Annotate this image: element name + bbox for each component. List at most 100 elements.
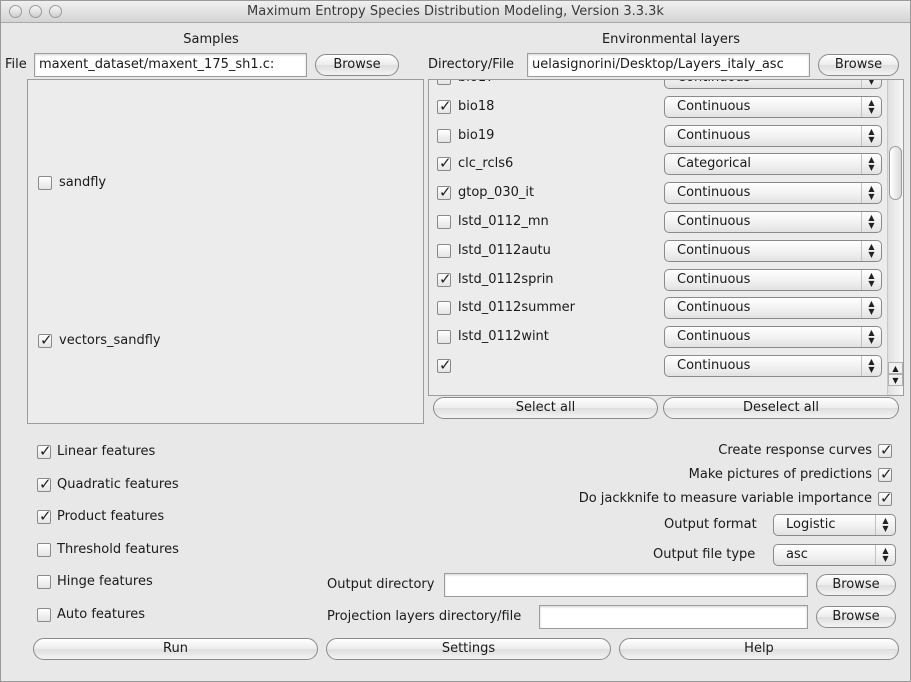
env-heading: Environmental layers bbox=[601, 32, 741, 47]
feature-option[interactable]: Threshold features bbox=[37, 542, 237, 560]
species-list: sandfly ✓ vectors_sandfly bbox=[27, 79, 424, 424]
layer-name: lstd_0112summer bbox=[458, 300, 575, 316]
vectors-sandfly-checkbox[interactable]: ✓ bbox=[38, 331, 53, 349]
chevron-updown-icon: ▲▼ bbox=[861, 298, 881, 319]
layer-type-select[interactable]: Continuous ▲▼ bbox=[664, 95, 882, 118]
scroll-up-button[interactable]: ▲ bbox=[888, 362, 903, 374]
layer-row: ✓ bio18 Continuous ▲ ▼ bbox=[429, 95, 885, 119]
layer-name: bio17 bbox=[458, 80, 494, 85]
layer-type-select[interactable]: Continuous ▲▼ bbox=[664, 355, 882, 377]
chevron-updown-icon: ▲▼ bbox=[861, 125, 881, 146]
layer-checkbox[interactable] bbox=[437, 301, 451, 316]
layer-type-select[interactable]: Categorical ▲ ▼ bbox=[664, 153, 882, 176]
layer-checkbox[interactable] bbox=[437, 243, 451, 258]
layer-row: ✓ lstd_0112sprin Continuous ▲ ▼ bbox=[429, 268, 885, 292]
select-all-button[interactable]: Select all bbox=[433, 397, 658, 419]
chevron-updown-icon: ▲▼ bbox=[861, 269, 881, 290]
projection-label: Projection layers directory/file bbox=[327, 609, 522, 624]
feature-checkbox[interactable]: ✓ bbox=[37, 474, 52, 493]
layer-type-select[interactable]: Continuous ▲▼ bbox=[664, 124, 882, 147]
env-dir-field[interactable]: uelasignorini/Desktop/Layers_italy_asc bbox=[527, 53, 810, 77]
chevron-updown-icon: ▲▼ bbox=[861, 356, 881, 376]
layer-checkbox[interactable] bbox=[437, 330, 451, 345]
feature-checkbox[interactable] bbox=[37, 607, 51, 622]
chevron-updown-icon: ▲▼ bbox=[861, 240, 881, 261]
response-curves-label: Create response curves bbox=[718, 443, 872, 458]
arrow-up-icon: ▲ bbox=[892, 364, 899, 373]
layer-checkbox[interactable]: ✓ bbox=[437, 183, 452, 201]
projection-field[interactable] bbox=[539, 605, 808, 629]
check-icon: ✓ bbox=[439, 356, 452, 374]
layer-type-value: Continuous bbox=[677, 271, 751, 287]
layer-checkbox[interactable] bbox=[437, 128, 451, 143]
samples-file-label: File bbox=[5, 57, 27, 72]
output-file-type-select[interactable]: asc ▲ ▼ bbox=[773, 544, 896, 566]
layer-checkbox[interactable]: ✓ bbox=[437, 97, 452, 115]
layer-checkbox[interactable]: ✓ bbox=[437, 356, 452, 374]
chevron-updown-icon: ▲▼ bbox=[861, 96, 881, 117]
layer-type-select[interactable]: Continuous ▲▼ bbox=[664, 326, 882, 349]
deselect-all-button[interactable]: Deselect all bbox=[663, 397, 899, 419]
layer-type-select[interactable]: Continuous ▲▼ bbox=[664, 182, 882, 205]
layer-type-select[interactable]: Continuous ▲▼ bbox=[664, 297, 882, 320]
check-icon: ✓ bbox=[880, 441, 893, 459]
output-dir-field[interactable] bbox=[444, 573, 808, 597]
run-button[interactable]: Run bbox=[33, 638, 318, 660]
feature-checkbox[interactable] bbox=[37, 575, 51, 589]
check-icon: ✓ bbox=[39, 442, 52, 460]
projection-browse-button[interactable]: Browse bbox=[816, 606, 896, 628]
samples-file-field[interactable]: maxent_dataset/maxent_175_sh1.c: bbox=[34, 53, 307, 77]
check-icon: ✓ bbox=[880, 465, 893, 483]
check-icon: ✓ bbox=[39, 507, 52, 525]
chevron-updown-icon: ▲▼ bbox=[875, 545, 895, 565]
layer-type-value: Categorical bbox=[677, 156, 752, 172]
env-browse-button[interactable]: Browse bbox=[818, 54, 899, 76]
species-label: sandfly bbox=[59, 175, 107, 190]
layers-list: bio17Continuous▲▼✓bio18Continuous▲▼bio19… bbox=[428, 79, 904, 396]
feature-checkbox[interactable]: ✓ bbox=[37, 442, 52, 460]
feature-option[interactable]: Hinge features bbox=[37, 574, 237, 592]
output-format-label: Output format bbox=[664, 517, 757, 532]
layer-name: bio19 bbox=[458, 127, 495, 143]
layer-type-select[interactable]: Continuous ▲▼ bbox=[664, 239, 882, 262]
feature-option[interactable]: ✓ Product features bbox=[37, 507, 237, 527]
sandfly-checkbox[interactable] bbox=[38, 176, 52, 190]
layer-type-value: Continuous bbox=[677, 358, 751, 373]
layers-scroll-thumb[interactable] bbox=[889, 146, 902, 200]
samples-browse-button[interactable]: Browse bbox=[315, 54, 399, 76]
jackknife-checkbox[interactable]: ✓ bbox=[878, 489, 893, 507]
feature-option[interactable]: ✓ Linear features bbox=[37, 442, 237, 462]
layer-type-value: Continuous bbox=[677, 329, 751, 345]
feature-option[interactable]: Auto features bbox=[37, 607, 237, 625]
layer-type-select[interactable]: Continuous ▲▼ bbox=[664, 268, 882, 291]
layer-type-select[interactable]: Continuous ▲▼ bbox=[664, 80, 882, 89]
pictures-checkbox[interactable]: ✓ bbox=[878, 465, 893, 483]
layers-scrollbar[interactable] bbox=[887, 80, 903, 395]
layer-checkbox[interactable] bbox=[437, 215, 451, 229]
check-icon: ✓ bbox=[439, 269, 452, 288]
layer-checkbox[interactable] bbox=[437, 80, 451, 85]
feature-checkbox[interactable] bbox=[37, 542, 51, 557]
layer-type-value: Continuous bbox=[677, 185, 751, 201]
layer-checkbox[interactable]: ✓ bbox=[437, 154, 452, 172]
layer-name: clc_rcls6 bbox=[458, 156, 514, 172]
response-curves-checkbox[interactable]: ✓ bbox=[878, 441, 893, 459]
output-dir-label: Output directory bbox=[327, 577, 435, 592]
layer-type-select[interactable]: Continuous ▲▼ bbox=[664, 211, 882, 233]
help-button[interactable]: Help bbox=[619, 638, 899, 660]
layer-checkbox[interactable]: ✓ bbox=[437, 269, 452, 288]
chevron-updown-icon: ▲▼ bbox=[861, 212, 881, 232]
layer-type-value: Continuous bbox=[677, 80, 750, 85]
output-format-select[interactable]: Logistic ▲ ▼ bbox=[773, 514, 896, 536]
scroll-down-button[interactable]: ▼ bbox=[888, 374, 903, 386]
check-icon: ✓ bbox=[39, 474, 52, 493]
feature-label: Threshold features bbox=[57, 541, 179, 557]
check-icon: ✓ bbox=[880, 489, 893, 507]
layer-type-value: Continuous bbox=[677, 214, 751, 229]
feature-label: Hinge features bbox=[57, 574, 153, 589]
feature-checkbox[interactable]: ✓ bbox=[37, 507, 52, 525]
feature-option[interactable]: ✓ Quadratic features bbox=[37, 474, 237, 495]
settings-button[interactable]: Settings bbox=[326, 638, 611, 660]
output-dir-browse-button[interactable]: Browse bbox=[816, 574, 896, 596]
chevron-updown-icon: ▲▼ bbox=[875, 515, 895, 535]
